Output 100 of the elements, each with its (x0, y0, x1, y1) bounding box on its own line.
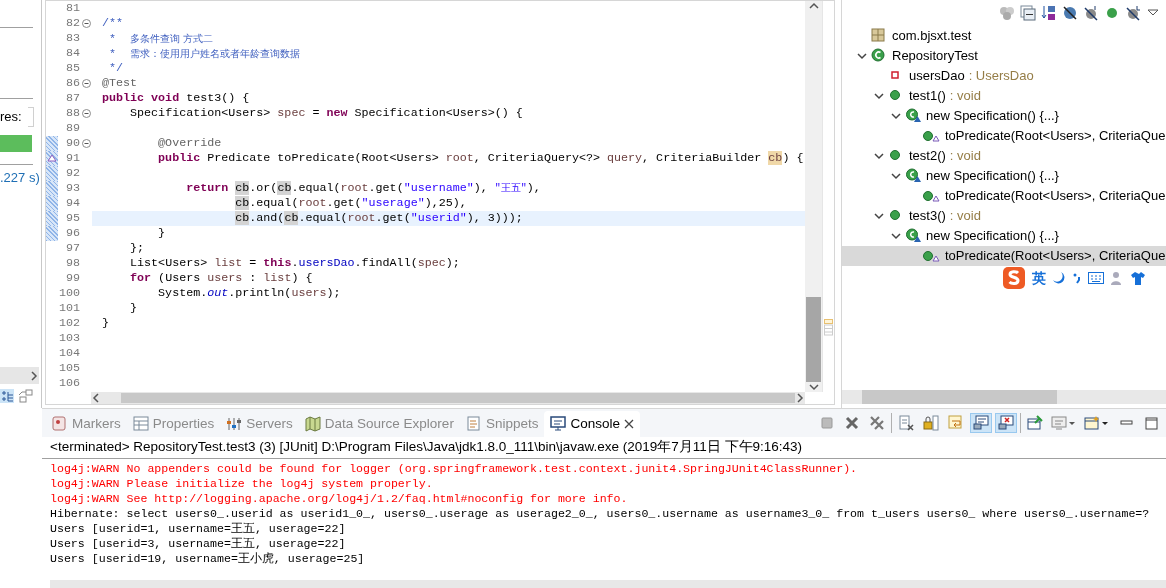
line-number: 82 (65, 14, 80, 32)
code-line: /** (102, 16, 124, 31)
tree-item[interactable]: RepositoryTest (842, 46, 1166, 66)
tree-item[interactable]: usersDao : UsersDao (842, 66, 1166, 86)
hide-static-icon[interactable] (1083, 5, 1099, 21)
line-number: 93 (65, 179, 80, 197)
tree-item[interactable]: new Specification() {...} (842, 106, 1166, 126)
scroll-right-icon[interactable] (29, 370, 39, 381)
line-number: 89 (65, 119, 80, 137)
monitor-icon (1051, 415, 1077, 431)
line-number: 101 (58, 299, 80, 317)
tree-item[interactable]: test3() : void (842, 206, 1166, 226)
view-tab[interactable]: Console (544, 411, 640, 437)
code-line: cb.equal(root.get("userage"),25), (235, 196, 467, 211)
code-line: * 需求：使用用户姓名或者年龄查询数据 (109, 46, 301, 61)
properties-icon (132, 416, 149, 432)
console-icon (550, 416, 567, 432)
code-line: Specification<Users> spec = new Specification<Users>() { (130, 106, 523, 121)
console-error-button[interactable] (995, 413, 1017, 433)
stop-icon (819, 415, 835, 431)
code-line: } (158, 226, 166, 241)
expanded-caret-icon[interactable] (874, 91, 884, 101)
input-mode-label[interactable]: 英 (1032, 267, 1046, 289)
anonymous-class-icon (905, 108, 921, 124)
lock-button[interactable] (920, 413, 942, 433)
scrollbar-thumb[interactable] (806, 297, 821, 382)
close-icon (844, 415, 860, 431)
ime-logo-icon[interactable] (1002, 266, 1026, 290)
line-number: 90 (65, 134, 80, 152)
code-line: for (Users users : list) { (130, 271, 313, 286)
shirt-icon[interactable] (1130, 271, 1146, 285)
scroll-right-icon[interactable] (795, 393, 805, 403)
scrollbar-thumb[interactable] (121, 393, 795, 403)
tree-item[interactable]: new Specification() {...} (842, 166, 1166, 186)
console-output-button[interactable] (970, 413, 992, 433)
layout-icon[interactable] (0, 389, 14, 403)
line-number: 98 (65, 254, 80, 272)
override-method-icon (922, 128, 940, 144)
expanded-caret-icon[interactable] (891, 171, 901, 181)
line-number: 85 (65, 59, 80, 77)
console-header: <terminated> RepositoryTest.test3 (3) [JUnit] D:\Program Files\Java\jdk1.8.0_111\bin\javaw.exe (2019年7月11日 下午9:16:43) (42, 437, 1166, 459)
collapse-icon[interactable] (81, 79, 91, 88)
line-number: 86 (65, 74, 80, 92)
word-wrap-icon (948, 415, 964, 431)
close-icon[interactable] (623, 419, 634, 429)
clear-icon (898, 415, 914, 431)
expanded-caret-icon[interactable] (891, 111, 901, 121)
tree-item[interactable]: com.bjsxt.test (842, 26, 1166, 46)
sort-icon[interactable] (1041, 5, 1057, 21)
maximize-icon (1143, 415, 1159, 431)
code-line: List<Users> list = this.usersDao.findAll(spec); (130, 256, 460, 271)
line-number: 91 (65, 149, 80, 167)
hide-local-icon[interactable] (1125, 5, 1141, 21)
code-line: cb.and(cb.equal(root.get("userid"), 3))); (235, 211, 523, 226)
tree-item[interactable]: test1() : void (842, 86, 1166, 106)
scrollbar-thumb[interactable] (862, 390, 1057, 404)
scroll-left-icon[interactable] (91, 393, 101, 403)
console-line: log4j:WARN Please initialize the log4j system properly. (50, 476, 434, 491)
console-line: Hibernate: select users0_.userid as userid1_0_, users0_.userage as userage2_0_, users0_.username as username3_0_ from t_users users0_ where users0_.username=? (50, 506, 1151, 521)
expanded-caret-icon[interactable] (891, 231, 901, 241)
line-number: 97 (65, 239, 80, 257)
class-icon (871, 48, 887, 64)
scroll-down-icon[interactable] (808, 382, 819, 392)
moon-icon[interactable] (1052, 271, 1066, 285)
code-line: @Test (102, 76, 138, 91)
code-line: } (102, 316, 109, 331)
anonymous-class-icon (905, 228, 921, 244)
counter-label: res: (0, 108, 22, 127)
tree-item[interactable]: toPredicate(Root<Users>, CriteriaQue (842, 246, 1166, 266)
line-number: 103 (58, 329, 80, 347)
line-number: 96 (65, 224, 80, 242)
line-number: 87 (65, 89, 80, 107)
tree-item[interactable]: new Specification() {...} (842, 226, 1166, 246)
code-line: } (130, 301, 138, 316)
collapse-icon[interactable] (81, 109, 91, 118)
override-method-icon (922, 248, 940, 264)
console-error-icon (998, 415, 1014, 431)
anonymous-class-icon (905, 168, 921, 184)
package-icon (871, 28, 887, 44)
tree-item[interactable]: toPredicate(Root<Users>, CriteriaQue (842, 186, 1166, 206)
collapse-all-icon[interactable] (1020, 5, 1036, 21)
expanded-caret-icon[interactable] (874, 211, 884, 221)
code-line: }; (130, 241, 145, 256)
expanded-caret-icon[interactable] (874, 151, 884, 161)
console-line: log4j:WARN See http://logging.apache.org/log4j/1.2/faq.html#noconfig for more info. (50, 491, 629, 506)
line-number: 92 (65, 164, 80, 182)
collapse-icon[interactable] (81, 139, 91, 148)
elapsed-time: .227 s) (0, 169, 41, 187)
keyboard-icon[interactable] (1088, 272, 1104, 284)
collapse-icon[interactable] (81, 19, 91, 28)
line-number: 81 (65, 0, 80, 17)
punctuation-icon[interactable] (1072, 271, 1082, 285)
expanded-caret-icon[interactable] (857, 51, 867, 61)
hide-fields-icon[interactable] (1062, 5, 1078, 21)
scroll-up-icon[interactable] (808, 1, 819, 11)
tree-item[interactable]: toPredicate(Root<Users>, CriteriaQue (842, 126, 1166, 146)
tree-item[interactable]: test2() : void (842, 146, 1166, 166)
public-dot-icon[interactable] (1104, 5, 1120, 21)
code-line: */ (109, 61, 124, 76)
remove-all-icon (869, 415, 885, 431)
